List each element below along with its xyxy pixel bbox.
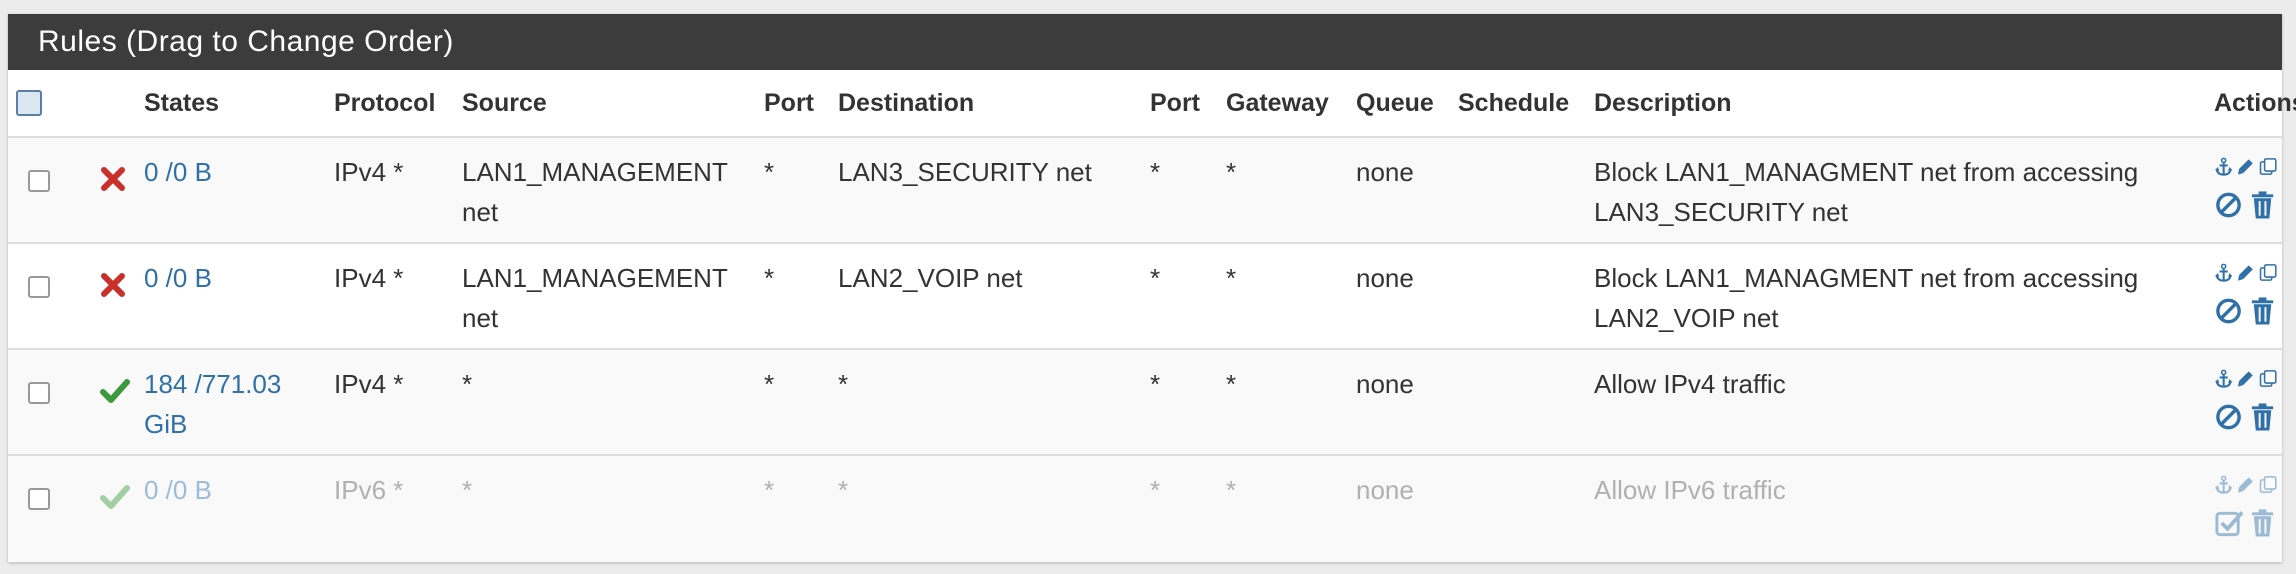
col-states[interactable]: States: [134, 70, 324, 137]
col-queue[interactable]: Queue: [1346, 70, 1448, 137]
queue-cell: none: [1356, 157, 1414, 187]
pencil-icon[interactable]: [2237, 467, 2254, 503]
col-destination-port[interactable]: Port: [1140, 70, 1216, 137]
rule-row-1[interactable]: 0 /0 B IPv4 * LAN1_MANAGEMENT net * LAN3…: [8, 137, 2282, 243]
actions-cell: [2214, 243, 2282, 349]
x-mark-icon: [101, 167, 125, 191]
schedule-cell: [1448, 349, 1584, 455]
queue-cell: none: [1356, 475, 1414, 505]
queue-cell: none: [1356, 369, 1414, 399]
col-source-port[interactable]: Port: [754, 70, 828, 137]
protocol-cell: IPv6 *: [334, 475, 404, 505]
trash-icon[interactable]: [2249, 295, 2278, 327]
destination-cell: LAN3_SECURITY net: [838, 157, 1092, 187]
destination-cell: LAN2_VOIP net: [838, 263, 1023, 293]
anchor-icon[interactable]: [2214, 149, 2233, 185]
row-checkbox[interactable]: [28, 382, 50, 404]
gateway-cell: *: [1226, 369, 1237, 399]
col-schedule[interactable]: Schedule: [1448, 70, 1584, 137]
copy-icon[interactable]: [2259, 467, 2278, 503]
description-cell: Block LAN1_MANAGMENT net from accessing …: [1594, 157, 2139, 227]
description-cell: Block LAN1_MANAGMENT net from accessing …: [1594, 263, 2139, 333]
protocol-cell: IPv4 *: [334, 369, 404, 399]
destination-port-cell: *: [1150, 157, 1161, 187]
destination-cell: *: [838, 475, 849, 505]
checkmark-icon: [100, 485, 130, 509]
protocol-cell: IPv4 *: [334, 263, 404, 293]
pencil-icon[interactable]: [2237, 255, 2254, 291]
panel-title: Rules (Drag to Change Order): [8, 14, 2282, 70]
source-port-cell: *: [764, 263, 775, 293]
col-protocol[interactable]: Protocol: [324, 70, 452, 137]
destination-port-cell: *: [1150, 475, 1161, 505]
destination-cell: *: [838, 369, 849, 399]
schedule-cell: [1448, 243, 1584, 349]
anchor-icon[interactable]: [2214, 255, 2233, 291]
states-link[interactable]: 184 /771.03 GiB: [144, 369, 281, 439]
checkmark-icon: [100, 379, 130, 403]
source-cell: *: [462, 369, 473, 399]
disable-icon[interactable]: [2214, 189, 2245, 221]
trash-icon[interactable]: [2249, 507, 2278, 539]
col-gateway[interactable]: Gateway: [1216, 70, 1346, 137]
states-link[interactable]: 0 /0 B: [144, 475, 212, 505]
queue-cell: none: [1356, 263, 1414, 293]
gateway-cell: *: [1226, 263, 1237, 293]
destination-port-cell: *: [1150, 369, 1161, 399]
col-destination[interactable]: Destination: [828, 70, 1140, 137]
col-source[interactable]: Source: [452, 70, 754, 137]
schedule-cell: [1448, 455, 1584, 561]
trash-icon[interactable]: [2249, 401, 2278, 433]
rule-row-3[interactable]: 184 /771.03 GiB IPv4 * * * * * * none Al…: [8, 349, 2282, 455]
col-actions: Actions: [2214, 88, 2296, 117]
pencil-icon[interactable]: [2237, 149, 2254, 185]
source-cell: LAN1_MANAGEMENT net: [462, 157, 728, 227]
gateway-cell: *: [1226, 475, 1237, 505]
gateway-cell: *: [1226, 157, 1237, 187]
states-link[interactable]: 0 /0 B: [144, 157, 212, 187]
source-cell: *: [462, 475, 473, 505]
source-port-cell: *: [764, 475, 775, 505]
x-mark-icon: [101, 273, 125, 297]
protocol-cell: IPv4 *: [334, 157, 404, 187]
row-checkbox[interactable]: [28, 276, 50, 298]
copy-icon[interactable]: [2259, 361, 2278, 397]
source-cell: LAN1_MANAGEMENT net: [462, 263, 728, 333]
enable-icon[interactable]: [2214, 507, 2245, 539]
states-link[interactable]: 0 /0 B: [144, 263, 212, 293]
rule-row-4[interactable]: 0 /0 B IPv6 * * * * * * none Allow IPv6 …: [8, 455, 2282, 561]
description-cell: Allow IPv4 traffic: [1594, 369, 1786, 399]
trash-icon[interactable]: [2249, 189, 2278, 221]
col-description[interactable]: Description: [1584, 70, 2214, 137]
source-port-cell: *: [764, 157, 775, 187]
pencil-icon[interactable]: [2237, 361, 2254, 397]
anchor-icon[interactable]: [2214, 361, 2233, 397]
copy-icon[interactable]: [2259, 255, 2278, 291]
row-checkbox[interactable]: [28, 488, 50, 510]
anchor-icon[interactable]: [2214, 467, 2233, 503]
select-all-checkbox[interactable]: [16, 90, 42, 116]
source-port-cell: *: [764, 369, 775, 399]
rules-table: States Protocol Source Port Destination …: [8, 70, 2296, 561]
disable-icon[interactable]: [2214, 295, 2245, 327]
rules-panel: Rules (Drag to Change Order) States Prot…: [8, 14, 2296, 562]
destination-port-cell: *: [1150, 263, 1161, 293]
schedule-cell: [1448, 137, 1584, 243]
table-header-row: States Protocol Source Port Destination …: [8, 70, 2296, 137]
copy-icon[interactable]: [2259, 149, 2278, 185]
description-cell: Allow IPv6 traffic: [1594, 475, 1786, 505]
rule-row-2[interactable]: 0 /0 B IPv4 * LAN1_MANAGEMENT net * LAN2…: [8, 243, 2282, 349]
actions-cell: [2214, 455, 2282, 561]
actions-cell: [2214, 349, 2282, 455]
actions-cell: [2214, 137, 2282, 243]
row-checkbox[interactable]: [28, 170, 50, 192]
disable-icon[interactable]: [2214, 401, 2245, 433]
